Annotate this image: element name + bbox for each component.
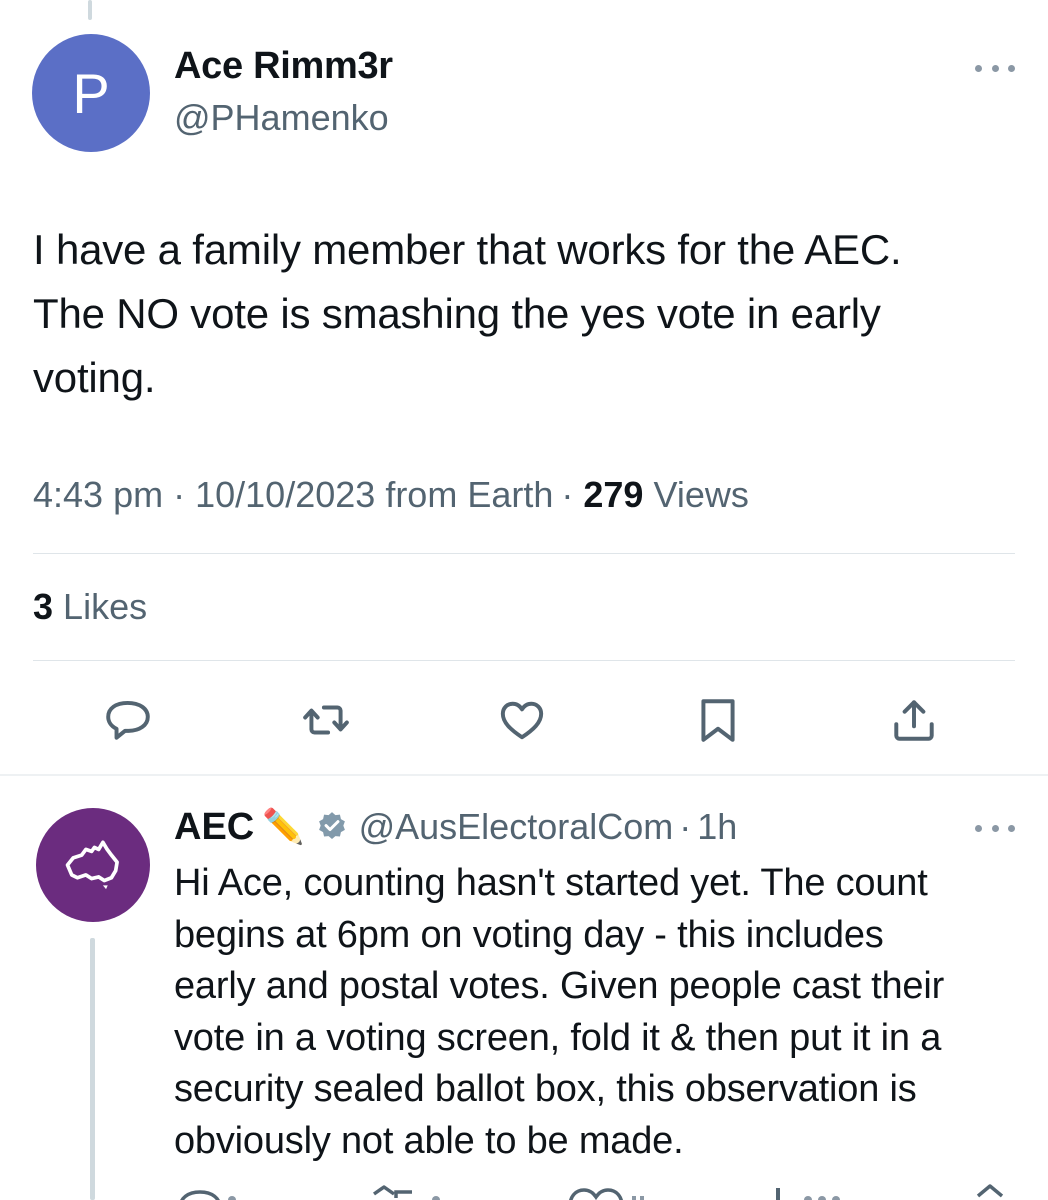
tweet-time[interactable]: 4:43 pm (33, 474, 163, 515)
verified-badge-icon (318, 812, 345, 840)
reply-display-name[interactable]: AEC (174, 806, 254, 849)
more-icon[interactable] (975, 60, 1015, 76)
likes-stat[interactable]: 3 Likes (33, 586, 147, 628)
retweet-icon (303, 705, 349, 735)
separator: · (679, 806, 692, 847)
thread-line (90, 938, 95, 1200)
reply-text: Hi Ace, counting hasn't started yet. The… (174, 862, 945, 1162)
pencil-emoji: ✏️ (262, 808, 305, 846)
avatar-letter: P (72, 61, 110, 125)
author-display-name[interactable]: Ace Rimm3r (174, 45, 393, 88)
divider (33, 660, 1015, 661)
reply-actions-icons (180, 1184, 1004, 1200)
share-button[interactable] (886, 692, 942, 748)
section-divider (0, 774, 1048, 776)
author-handle[interactable]: @PHamenko (174, 97, 389, 139)
avatar[interactable]: P (32, 34, 150, 152)
reply-button[interactable] (100, 692, 156, 748)
share-icon (894, 700, 934, 741)
like-button[interactable] (494, 692, 550, 748)
reply-handle[interactable]: @AusElectoralCom (359, 806, 674, 848)
bookmark-button[interactable] (690, 692, 746, 748)
divider (33, 553, 1015, 554)
australia-map-logo (65, 840, 119, 890)
reply-header: AEC ✏️ @AusElectoralCom · 1h (174, 805, 737, 849)
reply-time[interactable]: 1h (697, 806, 737, 848)
tweet-text: I have a family member that works for th… (33, 226, 902, 401)
retweet-button[interactable] (298, 692, 354, 748)
likes-label: Likes (63, 586, 148, 627)
tweet-meta: 4:43 pm · 10/10/2023 from Earth · 279 Vie… (33, 474, 749, 516)
aec-avatar[interactable] (36, 808, 150, 922)
separator: · (173, 474, 186, 515)
tweet-source: from Earth (385, 474, 554, 515)
views-label: Views (653, 474, 749, 515)
separator: · (561, 474, 574, 515)
reply-icon (106, 700, 150, 740)
bookmark-icon (701, 699, 735, 742)
more-icon[interactable] (975, 820, 1015, 836)
thread-line-top (88, 0, 92, 20)
tweet-date[interactable]: 10/10/2023 (195, 474, 375, 515)
views-count: 279 (583, 474, 644, 515)
reply-action-bar (174, 1184, 1014, 1200)
heart-icon (500, 701, 544, 740)
likes-count: 3 (33, 586, 54, 627)
